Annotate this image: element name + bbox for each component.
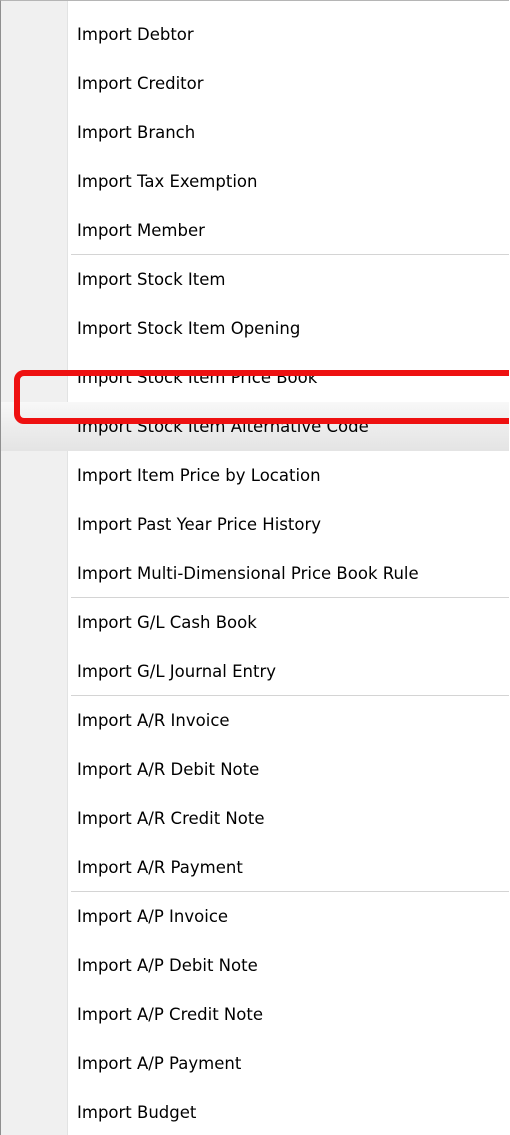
menu-item-import-creditor[interactable]: Import Creditor: [1, 59, 509, 108]
menu-item-import-budget[interactable]: Import Budget: [1, 1088, 509, 1135]
menu-item-import-stock-item-opening[interactable]: Import Stock Item Opening: [1, 304, 509, 353]
menu-item-import-stock-item[interactable]: Import Stock Item: [1, 255, 509, 304]
menu-item-label: Import Budget: [77, 1103, 197, 1122]
menu-item-import-ap-invoice[interactable]: Import A/P Invoice: [1, 892, 509, 941]
menu-item-label: Import Multi-Dimensional Price Book Rule: [77, 564, 419, 583]
menu-item-label: Import Stock Item: [77, 270, 226, 289]
menu-item-import-item-price-by-location[interactable]: Import Item Price by Location: [1, 451, 509, 500]
menu-item-import-member[interactable]: Import Member: [1, 206, 509, 255]
menu-item-label: Import Member: [77, 221, 205, 240]
menu-item-import-ar-payment[interactable]: Import A/R Payment: [1, 843, 509, 892]
menu-item-import-gl-cash-book[interactable]: Import G/L Cash Book: [1, 598, 509, 647]
import-context-menu: Import Debtor Import Creditor Import Bra…: [0, 0, 509, 1135]
menu-item-import-branch[interactable]: Import Branch: [1, 108, 509, 157]
menu-item-label: Import A/R Invoice: [77, 711, 230, 730]
menu-item-import-stock-item-alternative-code[interactable]: Import Stock Item Alternative Code: [1, 402, 509, 451]
menu-item-label: Import G/L Journal Entry: [77, 662, 276, 681]
menu-item-import-debtor[interactable]: Import Debtor: [1, 10, 509, 59]
menu-item-import-ar-credit-note[interactable]: Import A/R Credit Note: [1, 794, 509, 843]
menu-item-label: Import A/P Payment: [77, 1054, 242, 1073]
menu-item-label: Import A/P Invoice: [77, 907, 229, 926]
menu-item-import-ar-invoice[interactable]: Import A/R Invoice: [1, 696, 509, 745]
menu-item-import-tax-exemption[interactable]: Import Tax Exemption: [1, 157, 509, 206]
menu-item-import-past-year-price-history[interactable]: Import Past Year Price History: [1, 500, 509, 549]
menu-item-import-gl-journal-entry[interactable]: Import G/L Journal Entry: [1, 647, 509, 696]
menu-item-label: Import G/L Cash Book: [77, 613, 257, 632]
menu-item-label: Import Tax Exemption: [77, 172, 258, 191]
menu-item-import-multi-dimensional-price-book-rule[interactable]: Import Multi-Dimensional Price Book Rule: [1, 549, 509, 598]
menu-item-label: Import Item Price by Location: [77, 466, 321, 485]
menu-items: Import Debtor Import Creditor Import Bra…: [1, 10, 509, 1135]
menu-item-import-ap-payment[interactable]: Import A/P Payment: [1, 1039, 509, 1088]
menu-item-label: Import Stock Item Opening: [77, 319, 301, 338]
menu-item-label: Import Stock Item Price Book: [77, 368, 318, 387]
menu-item-import-stock-item-price-book[interactable]: Import Stock Item Price Book: [1, 353, 509, 402]
menu-item-label: Import Stock Item Alternative Code: [77, 417, 369, 436]
menu-item-label: Import A/P Credit Note: [77, 1005, 263, 1024]
menu-item-label: Import Debtor: [77, 25, 194, 44]
menu-item-import-ap-credit-note[interactable]: Import A/P Credit Note: [1, 990, 509, 1039]
menu-item-label: Import A/R Payment: [77, 858, 243, 877]
menu-item-label: Import A/R Debit Note: [77, 760, 260, 779]
menu-item-import-ap-debit-note[interactable]: Import A/P Debit Note: [1, 941, 509, 990]
menu-item-import-ar-debit-note[interactable]: Import A/R Debit Note: [1, 745, 509, 794]
menu-item-label: Import Creditor: [77, 74, 204, 93]
menu-item-label: Import A/R Credit Note: [77, 809, 265, 828]
menu-item-label: Import A/P Debit Note: [77, 956, 258, 975]
menu-item-label: Import Past Year Price History: [77, 515, 322, 534]
menu-item-label: Import Branch: [77, 123, 196, 142]
